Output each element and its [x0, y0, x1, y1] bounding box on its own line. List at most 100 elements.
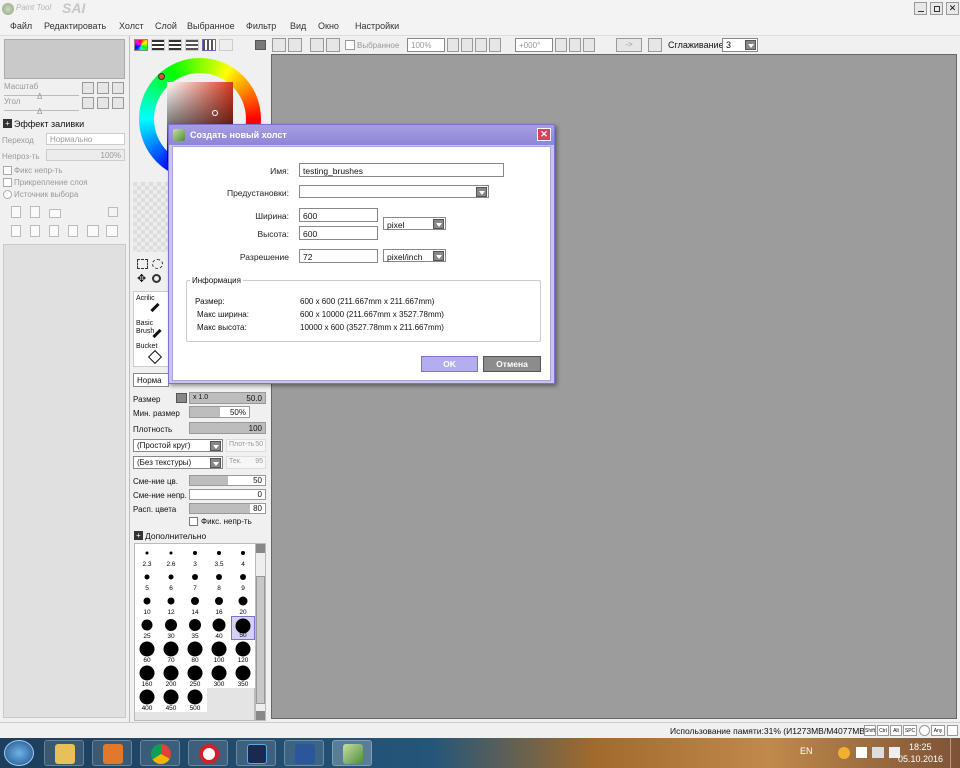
- zoom-field[interactable]: 100%: [407, 38, 445, 52]
- expand-icon[interactable]: +: [3, 119, 12, 128]
- opacity-bar[interactable]: 100%: [46, 149, 125, 161]
- menu-layer[interactable]: Слой: [155, 21, 177, 31]
- toolbar-button-2[interactable]: [288, 38, 302, 52]
- density-slider[interactable]: 100: [189, 422, 266, 434]
- arrow-button[interactable]: ->: [616, 38, 642, 52]
- brush-size-cell[interactable]: 2.6: [159, 544, 183, 568]
- fix-opacity-checkbox[interactable]: [3, 166, 12, 175]
- menu-settings[interactable]: Настройки: [355, 21, 399, 31]
- width-input[interactable]: 600: [299, 208, 378, 222]
- clip-layer-checkbox[interactable]: [3, 178, 12, 187]
- copy-layer-icon[interactable]: [11, 225, 21, 237]
- clock-date[interactable]: 05.10.2016: [898, 754, 943, 764]
- brush-size-cell[interactable]: 8: [207, 568, 231, 592]
- color-wheel-mode-icon[interactable]: [134, 39, 148, 51]
- marquee-select-icon[interactable]: [137, 259, 148, 269]
- language-indicator[interactable]: EN: [800, 746, 813, 756]
- taskbar-photoshop[interactable]: [236, 740, 276, 766]
- brush-size-cell[interactable]: 120: [231, 640, 255, 664]
- brush-size-cell[interactable]: 200: [159, 664, 183, 688]
- nav-button-5[interactable]: [97, 97, 109, 109]
- brush-size-cell[interactable]: 450: [159, 688, 183, 712]
- zoom-reset-button[interactable]: [475, 38, 487, 52]
- brush-size-cell[interactable]: 80: [183, 640, 207, 664]
- nav-button-6[interactable]: [112, 97, 124, 109]
- rotate-right-button[interactable]: [569, 38, 581, 52]
- settings-icon[interactable]: [919, 725, 930, 736]
- menu-file[interactable]: Файл: [10, 21, 32, 31]
- cancel-button[interactable]: Отмена: [483, 356, 541, 372]
- resolution-input[interactable]: 72: [299, 249, 378, 263]
- toolbar-button-4[interactable]: [326, 38, 340, 52]
- trash-icon[interactable]: [68, 225, 78, 237]
- tray-app-icon[interactable]: [838, 747, 850, 759]
- rotate-left-button[interactable]: [555, 38, 567, 52]
- brush-size-cell[interactable]: 20: [231, 592, 255, 616]
- hsv-slider-mode-icon[interactable]: [168, 39, 182, 51]
- brush-size-cell[interactable]: 160: [135, 664, 159, 688]
- ok-button[interactable]: OK: [421, 356, 478, 372]
- rotate-reset-button[interactable]: [583, 38, 595, 52]
- scratchpad-mode-icon[interactable]: [219, 39, 233, 51]
- maximize-button[interactable]: [930, 2, 943, 15]
- brush-size-cell[interactable]: 14: [183, 592, 207, 616]
- brush-size-cell[interactable]: 25: [135, 616, 159, 640]
- brush-size-cell[interactable]: 40: [207, 616, 231, 640]
- brush-size-cell[interactable]: 9: [231, 568, 255, 592]
- menu-selection[interactable]: Выбранное: [187, 21, 235, 31]
- brush-size-cell[interactable]: 60: [135, 640, 159, 664]
- flip-button[interactable]: [648, 38, 662, 52]
- brush-size-cell[interactable]: 16: [207, 592, 231, 616]
- nav-button-3[interactable]: [112, 82, 124, 94]
- new-layer-icon[interactable]: [11, 206, 21, 218]
- height-input[interactable]: 600: [299, 226, 378, 240]
- close-button[interactable]: ✕: [946, 2, 959, 15]
- brush-size-cell[interactable]: 10: [135, 592, 159, 616]
- network-icon[interactable]: [872, 747, 884, 758]
- rgb-slider-mode-icon[interactable]: [151, 39, 165, 51]
- nav-button-1[interactable]: [82, 82, 94, 94]
- flag-icon[interactable]: [856, 747, 867, 758]
- rotation-field[interactable]: +000°: [515, 38, 553, 52]
- brush-size-cell[interactable]: 500: [183, 688, 207, 712]
- merge-layer-icon[interactable]: [30, 225, 40, 237]
- brush-shape-select[interactable]: (Простой круг): [133, 439, 223, 452]
- lock-icon[interactable]: [947, 725, 958, 736]
- scroll-down-button[interactable]: [256, 711, 265, 720]
- brush-texture-select[interactable]: (Без текстуры): [133, 456, 223, 469]
- brush-size-cell[interactable]: 250: [183, 664, 207, 688]
- zoom-tool-icon[interactable]: [152, 274, 161, 283]
- selection-source-checkbox[interactable]: [3, 190, 12, 199]
- brush-size-cell[interactable]: 2.3: [135, 544, 159, 568]
- taskbar-opera[interactable]: [188, 740, 228, 766]
- sv-handle[interactable]: [212, 110, 218, 116]
- brush-size-cell[interactable]: 7: [183, 568, 207, 592]
- brush-size-cell[interactable]: 6: [159, 568, 183, 592]
- taskbar-word[interactable]: [284, 740, 324, 766]
- size-mult-select[interactable]: [176, 393, 187, 403]
- move-icon[interactable]: ✥: [137, 274, 146, 285]
- nav-button-4[interactable]: [82, 97, 94, 109]
- zoom-out-button[interactable]: [447, 38, 459, 52]
- layer-list[interactable]: [3, 244, 126, 718]
- shape-density-field[interactable]: Плот-ть 50: [226, 439, 266, 452]
- show-desktop-button[interactable]: [950, 738, 960, 768]
- start-button-icon[interactable]: [4, 740, 34, 766]
- brush-size-cell[interactable]: 30: [159, 616, 183, 640]
- brush-size-cell[interactable]: 12: [159, 592, 183, 616]
- brush-size-cell[interactable]: 50: [231, 616, 255, 640]
- blend-mode-select[interactable]: Норма: [133, 373, 169, 387]
- toolbar-button-1[interactable]: [272, 38, 286, 52]
- toolbar-button-3[interactable]: [310, 38, 324, 52]
- brush-size-cell[interactable]: 300: [207, 664, 231, 688]
- layer-props-icon[interactable]: [106, 225, 118, 237]
- brush-size-cell[interactable]: 4: [231, 544, 255, 568]
- min-size-slider[interactable]: 50%: [189, 406, 250, 418]
- taskbar-media-player[interactable]: [92, 740, 132, 766]
- folder-icon[interactable]: [49, 209, 61, 218]
- brush-size-cell[interactable]: 3.5: [207, 544, 231, 568]
- palette-mode-icon[interactable]: [202, 39, 216, 51]
- blend-slider[interactable]: 50: [189, 475, 266, 486]
- preset-select[interactable]: [299, 185, 489, 198]
- brush-acrilic-icon[interactable]: [150, 302, 160, 313]
